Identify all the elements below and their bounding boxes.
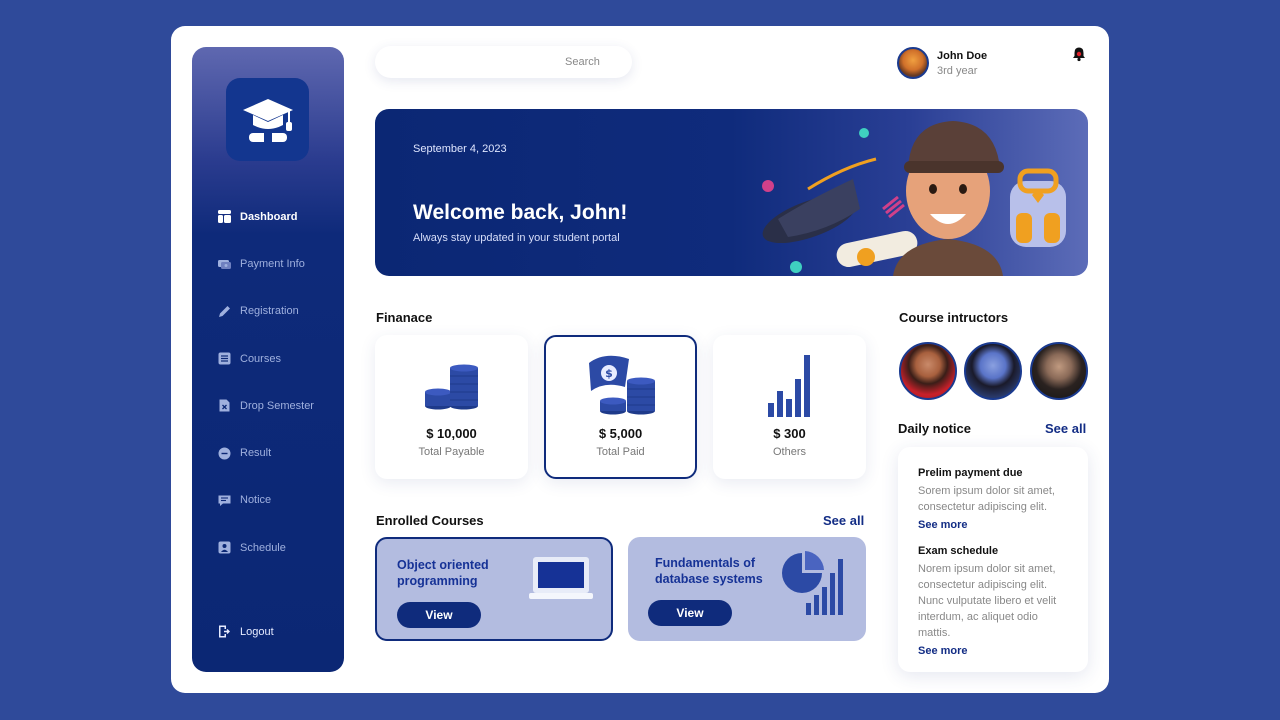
search-bar xyxy=(375,46,632,78)
notice-item-body: Sorem ipsum dolor sit amet, consectetur … xyxy=(918,485,1055,513)
student-illustration xyxy=(762,121,1066,276)
sidebar-item-label: Registration xyxy=(240,305,299,318)
pencil-icon xyxy=(218,305,231,318)
sidebar-item-payment-info[interactable]: Payment Info xyxy=(218,240,314,287)
graduation-cap-icon xyxy=(242,98,293,144)
sidebar-item-label: Result xyxy=(240,447,272,460)
svg-text:$: $ xyxy=(605,367,613,380)
notice-title: Daily notice xyxy=(898,421,971,436)
sidebar-item-label: Notice xyxy=(240,494,272,507)
sidebar-item-label: Courses xyxy=(240,352,281,365)
payment-icon xyxy=(218,257,231,270)
user-year: 3rd year xyxy=(937,64,978,77)
course-card-database[interactable]: Fundamentals of database systems View xyxy=(628,537,866,641)
banner-title: Welcome back, John! xyxy=(413,201,628,224)
see-more-link[interactable]: See more xyxy=(918,645,968,657)
course-card-oop[interactable]: Object oriented programming View xyxy=(375,537,613,641)
welcome-banner: September 4, 2023 Welcome back, John! Al… xyxy=(375,109,1088,276)
notice-panel: Prelim payment due Sorem ipsum dolor sit… xyxy=(898,447,1088,672)
see-more-link[interactable]: See more xyxy=(918,519,968,531)
user-profile[interactable]: John Doe 3rd year xyxy=(897,47,987,79)
result-icon xyxy=(218,447,231,460)
finance-amount: $ 10,000 xyxy=(426,426,477,441)
sidebar-item-label: Payment Info xyxy=(240,257,305,270)
dashboard-icon xyxy=(218,210,231,224)
money-coins-icon: $ xyxy=(588,355,655,415)
notice-icon xyxy=(218,494,231,507)
finance-amount: $ 300 xyxy=(773,426,806,441)
banner-subtitle: Always stay updated in your student port… xyxy=(413,232,620,244)
instructor-avatar[interactable] xyxy=(899,342,957,400)
instructor-avatar[interactable] xyxy=(964,342,1022,400)
view-button[interactable]: View xyxy=(648,600,732,626)
sidebar-item-label: Dashboard xyxy=(240,210,298,223)
view-button[interactable]: View xyxy=(397,602,481,628)
courses-see-all-link[interactable]: See all xyxy=(823,513,864,528)
search-input[interactable] xyxy=(375,46,632,78)
app-window: Dashboard Payment Info Registration Cour… xyxy=(171,26,1109,693)
notice-item-title: Exam schedule xyxy=(918,545,999,557)
instructor-avatar[interactable] xyxy=(1030,342,1088,400)
sidebar: Dashboard Payment Info Registration Cour… xyxy=(192,47,344,672)
laptop-icon xyxy=(529,557,593,599)
notice-item: Prelim payment due Sorem ipsum dolor sit… xyxy=(918,467,1068,533)
notice-item: Exam schedule Norem ipsum dolor sit amet… xyxy=(918,545,1068,659)
sidebar-item-dashboard[interactable]: Dashboard xyxy=(218,193,314,240)
sidebar-nav: Dashboard Payment Info Registration Cour… xyxy=(218,193,314,571)
sidebar-item-label: Drop Semester xyxy=(240,399,314,412)
courses-title: Enrolled Courses xyxy=(376,513,484,528)
logout-button[interactable]: Logout xyxy=(218,625,274,638)
coins-icon xyxy=(424,364,478,410)
sidebar-item-result[interactable]: Result xyxy=(218,429,314,476)
course-title: Fundamentals of database systems xyxy=(655,556,763,586)
user-name: John Doe xyxy=(937,49,988,62)
finance-amount: $ 5,000 xyxy=(598,426,643,441)
sidebar-item-registration[interactable]: Registration xyxy=(218,288,314,335)
course-title: Object oriented programming xyxy=(397,558,489,588)
bar-chart-icon xyxy=(767,355,810,417)
finance-label: Total Paid xyxy=(596,446,645,458)
sidebar-item-label: Schedule xyxy=(240,541,286,554)
finance-label: Total Payable xyxy=(418,446,485,458)
notice-see-all-link[interactable]: See all xyxy=(1045,421,1086,436)
notice-item-title: Prelim payment due xyxy=(918,467,1023,479)
finance-card-others[interactable]: $ 300 Others xyxy=(713,335,866,479)
drop-icon xyxy=(218,399,231,412)
logout-icon xyxy=(218,625,231,638)
pie-bar-chart-icon xyxy=(782,551,843,615)
logout-label: Logout xyxy=(240,625,274,638)
sidebar-item-notice[interactable]: Notice xyxy=(218,477,314,524)
sidebar-item-drop-semester[interactable]: Drop Semester xyxy=(218,382,314,429)
finance-card-total-payable[interactable]: $ 10,000 Total Payable xyxy=(375,335,528,479)
avatar xyxy=(897,47,929,79)
bell-icon[interactable] xyxy=(1071,46,1087,62)
instructors-title: Course intructors xyxy=(899,310,1009,325)
sidebar-item-courses[interactable]: Courses xyxy=(218,335,314,382)
banner-date: September 4, 2023 xyxy=(413,143,507,155)
finance-card-total-paid[interactable]: $ $ 5,000 Total Paid xyxy=(544,335,697,479)
schedule-icon xyxy=(218,541,231,554)
logo xyxy=(226,78,309,161)
courses-icon xyxy=(218,352,231,365)
finance-label: Others xyxy=(772,446,806,458)
finance-title: Finanace xyxy=(376,310,433,325)
notice-item-body: Norem ipsum dolor sit amet, consectetur … xyxy=(918,563,1057,639)
sidebar-item-schedule[interactable]: Schedule xyxy=(218,524,314,571)
